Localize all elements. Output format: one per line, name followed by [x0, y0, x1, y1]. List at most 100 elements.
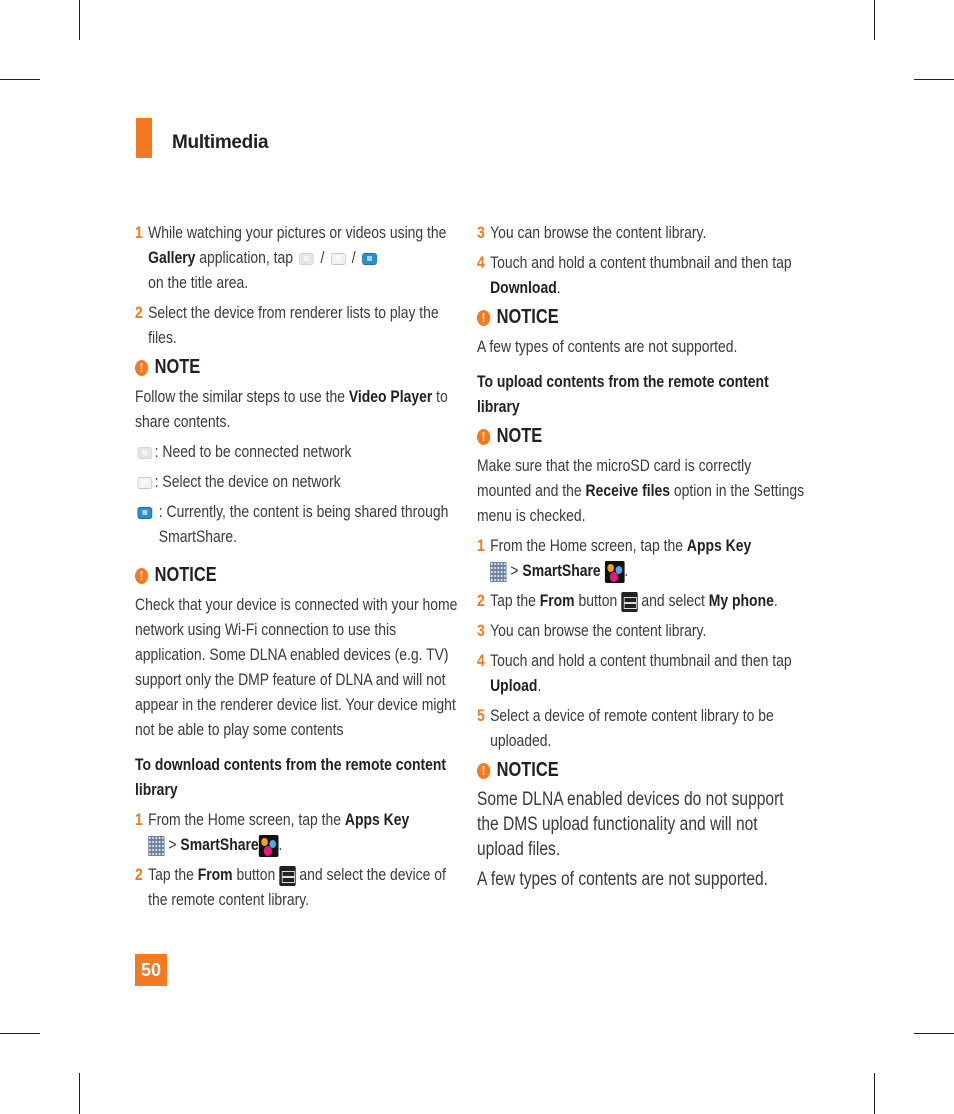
text-span: . — [556, 278, 561, 297]
list-item: 3 You can browse the content library. — [477, 618, 807, 643]
list-item: 3 You can browse the content library. — [477, 220, 807, 245]
page-number: 50 — [135, 954, 167, 986]
smartshare-icon — [258, 834, 279, 857]
text-span: Select a device of remote content librar… — [490, 706, 774, 750]
text-span: You can browse the content library. — [490, 223, 707, 242]
bold-term: From — [539, 591, 575, 610]
text-span: Touch and hold a content thumbnail and t… — [490, 651, 792, 670]
notice-text: Check that your device is connected with… — [135, 595, 458, 739]
list-item: 1 From the Home screen, tap the Apps Key … — [477, 533, 807, 583]
list-item: 4 Touch and hold a content thumbnail and … — [477, 250, 807, 300]
text-span: : Need to be connected network — [154, 442, 352, 461]
bold-term: SmartShare — [180, 835, 259, 854]
bold-term: Download — [490, 278, 557, 297]
crop-mark — [914, 1033, 954, 1034]
list-item: 2 Select the device from renderer lists t… — [135, 300, 465, 350]
network-off-icon — [137, 447, 153, 459]
list-item: 5 Select a device of remote content libra… — [477, 703, 807, 753]
notice-heading: ! NOTICE — [135, 563, 465, 588]
network-select-icon — [137, 477, 153, 489]
legend-item: : Select the device on network — [135, 469, 465, 494]
text-span: NOTE — [496, 425, 543, 447]
from-button-icon — [279, 865, 296, 886]
list-item: 1 While watching your pictures or videos… — [135, 220, 465, 295]
network-select-icon — [330, 252, 346, 265]
legend-item: : Currently, the content is being shared… — [135, 499, 465, 549]
step-number: 3 — [477, 223, 485, 242]
step-number: 1 — [477, 536, 485, 555]
bold-term: My phone — [708, 591, 774, 610]
alert-icon: ! — [477, 428, 491, 445]
text-span: Touch and hold a content thumbnail and t… — [490, 253, 792, 272]
text-span: Follow the similar steps to use the — [135, 387, 349, 406]
note-heading: ! NOTE — [135, 355, 465, 380]
text-span: NOTICE — [154, 564, 217, 586]
crop-mark — [0, 79, 40, 80]
alert-icon: ! — [477, 762, 491, 779]
section-accent-bar — [136, 118, 152, 158]
network-off-icon — [299, 252, 315, 265]
apps-key-icon — [490, 561, 507, 582]
text-span: . — [624, 561, 629, 580]
apps-key-icon — [148, 835, 165, 856]
bold-term: Video Player — [348, 387, 433, 406]
text-span: From the Home screen, tap the — [490, 536, 687, 555]
notice-heading: ! NOTICE — [477, 758, 807, 783]
left-column: 1 While watching your pictures or videos… — [135, 220, 465, 917]
text-span: on the title area. — [148, 273, 249, 292]
text-span: : Select the device on network — [154, 472, 341, 491]
network-sharing-icon — [361, 252, 377, 265]
download-heading: To download contents from the remote con… — [135, 755, 447, 799]
text-span: While watching your pictures or videos u… — [148, 223, 447, 242]
text-span: You can browse the content library. — [490, 621, 707, 640]
right-column: 3 You can browse the content library. 4 To… — [477, 220, 807, 897]
network-sharing-icon — [137, 507, 153, 519]
step-number: 1 — [135, 810, 143, 829]
note-text: Follow the similar steps to use the Vide… — [135, 384, 465, 434]
text-span: / — [316, 248, 329, 267]
step-number: 2 — [135, 303, 143, 322]
section-title: Multimedia — [172, 132, 269, 153]
step-number: 2 — [477, 591, 485, 610]
text-span: > — [164, 835, 181, 854]
text-span: Tap the — [148, 865, 198, 884]
alert-icon: ! — [477, 309, 491, 326]
text-span: / — [347, 248, 360, 267]
text-span: NOTE — [154, 356, 201, 378]
list-item: 1 From the Home screen, tap the Apps Key … — [135, 807, 465, 857]
step-number: 1 — [135, 223, 143, 242]
notice-text: Some DLNA enabled devices do not support… — [477, 789, 784, 860]
text-span: . — [537, 676, 542, 695]
note-heading: ! NOTE — [477, 424, 807, 449]
text-span: button — [574, 591, 622, 610]
text-span: Tap the — [490, 591, 540, 610]
upload-heading: To upload contents from the remote conte… — [477, 372, 769, 416]
text-span: NOTICE — [496, 306, 559, 328]
notice-text: A few types of contents are not supporte… — [477, 337, 738, 356]
text-span: : Currently, the content is being shared… — [158, 502, 449, 546]
from-button-icon — [621, 591, 638, 612]
text-span: From the Home screen, tap the — [148, 810, 345, 829]
note-text: Make sure that the microSD card is corre… — [477, 453, 807, 528]
notice-text: A few types of contents are not supporte… — [477, 869, 769, 890]
legend-item: : Need to be connected network — [135, 439, 465, 464]
crop-mark — [0, 1033, 40, 1034]
crop-mark — [79, 0, 80, 40]
crop-mark — [914, 79, 954, 80]
text-span: > — [506, 561, 523, 580]
text-span: button — [232, 865, 280, 884]
text-span: NOTICE — [496, 759, 559, 781]
crop-mark — [874, 1073, 875, 1114]
bold-term: Apps Key — [344, 810, 410, 829]
alert-icon: ! — [135, 359, 149, 376]
list-item: 4 Touch and hold a content thumbnail and … — [477, 648, 807, 698]
list-item: 2 Tap the From button and select the devi… — [135, 862, 465, 912]
bold-term: Upload — [490, 676, 538, 695]
crop-mark — [874, 0, 875, 40]
text-span: application, tap — [195, 248, 297, 267]
bold-term: Apps Key — [686, 536, 752, 555]
bold-term: Receive files — [585, 481, 670, 500]
step-number: 3 — [477, 621, 485, 640]
bold-term: From — [197, 865, 233, 884]
bold-term: Gallery — [148, 248, 196, 267]
